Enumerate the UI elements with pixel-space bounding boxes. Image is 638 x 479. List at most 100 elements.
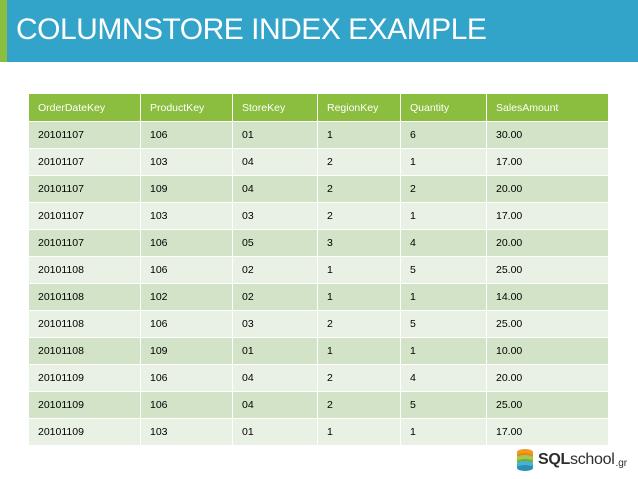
column-header: SalesAmount [486,93,609,122]
table-cell: 106 [140,229,233,257]
table-cell: 1 [317,121,401,149]
table-cell: 04 [232,391,318,419]
table-cell: 20.00 [486,364,609,392]
table-cell: 10.00 [486,337,609,365]
table-row: 20101107 103 04 2 1 17.00 [28,148,609,176]
table-cell: 25.00 [486,256,609,284]
column-header: ProductKey [140,93,233,122]
table-cell: 5 [400,256,487,284]
table-cell: 20101108 [28,337,141,365]
table-cell: 4 [400,364,487,392]
table-cell: 20101109 [28,364,141,392]
title-accent-stripe [0,0,7,62]
table-cell: 1 [400,283,487,311]
table-cell: 03 [232,310,318,338]
table-header-row: OrderDateKey ProductKey StoreKey RegionK… [28,93,609,122]
table-row: 20101107 103 03 2 1 17.00 [28,202,609,230]
table-cell: 103 [140,148,233,176]
table-cell: 106 [140,310,233,338]
table-cell: 01 [232,337,318,365]
table-cell: 6 [400,121,487,149]
table-cell: 103 [140,418,233,446]
table-cell: 1 [400,202,487,230]
table-cell: 25.00 [486,310,609,338]
table-cell: 01 [232,121,318,149]
table-row: 20101107 106 01 1 6 30.00 [28,121,609,149]
table-cell: 02 [232,283,318,311]
table-cell: 25.00 [486,391,609,419]
table-cell: 20101109 [28,391,141,419]
table-cell: 17.00 [486,418,609,446]
table-cell: 20101109 [28,418,141,446]
slide-title: COLUMNSTORE INDEX EXAMPLE [16,13,487,46]
table-cell: 2 [400,175,487,203]
table-cell: 1 [317,337,401,365]
column-header: Quantity [400,93,487,122]
sqlschool-logo: SQL school .gr [515,448,627,472]
table-cell: 20101107 [28,202,141,230]
table-row: 20101108 106 03 2 5 25.00 [28,310,609,338]
table-cell: 20101107 [28,175,141,203]
logo-text-school: school [570,451,615,468]
table-cell: 5 [400,391,487,419]
table-cell: 106 [140,364,233,392]
table-cell: 05 [232,229,318,257]
table-cell: 3 [317,229,401,257]
title-bar: COLUMNSTORE INDEX EXAMPLE [0,0,638,62]
table-cell: 103 [140,202,233,230]
table-cell: 109 [140,175,233,203]
table-cell: 20101107 [28,148,141,176]
table-cell: 20101107 [28,229,141,257]
table-cell: 04 [232,175,318,203]
table-cell: 2 [317,175,401,203]
table-cell: 109 [140,337,233,365]
table-cell: 1 [317,418,401,446]
table-cell: 20101108 [28,310,141,338]
table-cell: 2 [317,148,401,176]
table-cell: 2 [317,391,401,419]
table-cell: 20101107 [28,121,141,149]
table-cell: 20101108 [28,283,141,311]
table-cell: 14.00 [486,283,609,311]
table-cell: 4 [400,229,487,257]
table-cell: 106 [140,391,233,419]
table-cell: 20101108 [28,256,141,284]
sales-table: OrderDateKey ProductKey StoreKey RegionK… [28,93,609,446]
table-cell: 1 [400,337,487,365]
table-row: 20101108 102 02 1 1 14.00 [28,283,609,311]
column-header: RegionKey [317,93,401,122]
logo-text-sql: SQL [538,451,570,468]
table-cell: 2 [317,310,401,338]
table-cell: 2 [317,364,401,392]
table-cell: 106 [140,121,233,149]
table-cell: 1 [317,283,401,311]
table-row: 20101109 103 01 1 1 17.00 [28,418,609,446]
table-cell: 5 [400,310,487,338]
table-cell: 30.00 [486,121,609,149]
table-cell: 106 [140,256,233,284]
table-cell: 102 [140,283,233,311]
table-cell: 20.00 [486,229,609,257]
table-cell: 04 [232,148,318,176]
database-stack-icon [517,449,533,471]
table-cell: 20.00 [486,175,609,203]
table-cell: 02 [232,256,318,284]
table-cell: 17.00 [486,148,609,176]
table-cell: 2 [317,202,401,230]
table-row: 20101108 106 02 1 5 25.00 [28,256,609,284]
table-cell: 01 [232,418,318,446]
table-row: 20101109 106 04 2 5 25.00 [28,391,609,419]
table-cell: 04 [232,364,318,392]
logo-text-gr: .gr [615,458,628,469]
table-cell: 1 [317,256,401,284]
column-header: StoreKey [232,93,318,122]
column-header: OrderDateKey [28,93,141,122]
table-row: 20101107 106 05 3 4 20.00 [28,229,609,257]
table-cell: 1 [400,418,487,446]
table-body: 20101107 106 01 1 6 30.00 20101107 103 04 2 1 17.00… [28,121,609,446]
table-row: 20101107 109 04 2 2 20.00 [28,175,609,203]
table-cell: 03 [232,202,318,230]
table-cell: 1 [400,148,487,176]
table-row: 20101109 106 04 2 4 20.00 [28,364,609,392]
table-cell: 17.00 [486,202,609,230]
